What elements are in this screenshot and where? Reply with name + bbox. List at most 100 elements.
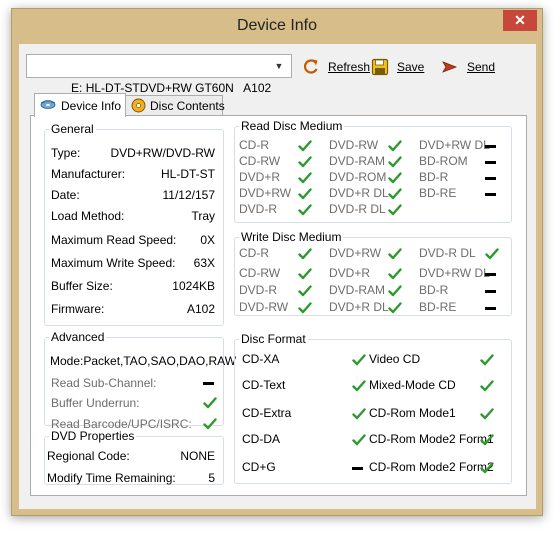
write_disc_medium-item: DVD+RW DL: [419, 266, 501, 282]
dvd-property-row: Regional Code: NONE: [45, 449, 223, 465]
check-icon: [388, 248, 402, 260]
disc_format-item: CD-Text: [242, 378, 368, 394]
write_disc_medium-item-label: DVD-RW: [239, 300, 289, 314]
general-row-value: 1024KB: [172, 279, 215, 293]
write-disc-medium-legend: Write Disc Medium: [241, 230, 342, 244]
disc_format-item: CD+G: [242, 460, 368, 476]
save-button[interactable]: Save: [371, 58, 431, 76]
disc_format-item-label: CD-DA: [242, 432, 280, 446]
check-icon: [298, 188, 312, 200]
device-info-window: Device Info ✕ E: HL-DT-STDVD+RW GT60N A1…: [11, 8, 543, 516]
floppy-disk-icon: [371, 58, 389, 76]
read_disc_medium-item: DVD-ROM: [329, 170, 404, 186]
general-row-value: 11/12/157: [162, 188, 216, 202]
check-icon: [388, 268, 402, 280]
read_disc_medium-item: BD-R: [419, 170, 501, 186]
send-label: Send: [467, 60, 496, 74]
write_disc_medium-item-label: BD-RE: [419, 300, 457, 314]
dash-icon: [485, 145, 496, 148]
disc_format-item: CD-Rom Mode2 Form1: [369, 432, 496, 448]
write_disc_medium-item: DVD+R DL: [329, 300, 404, 316]
tab-disc-contents-label: Disc Contents: [150, 99, 225, 113]
dvd-property-value: 5: [208, 471, 215, 485]
write-disc-medium-group: Write Disc Medium CD-R DVD+RW DVD-R DL CD-R…: [234, 230, 512, 316]
read_disc_medium-item-label: DVD-RAM: [329, 154, 385, 168]
check-icon: [298, 140, 312, 152]
read_disc_medium-item-label: BD-RE: [419, 186, 457, 200]
check-icon: [480, 462, 494, 474]
check-icon: [485, 248, 499, 260]
disc_format-item-label: CD-XA: [242, 352, 280, 366]
check-icon: [352, 408, 366, 420]
check-icon: [298, 172, 312, 184]
tab-device-info-label: Device Info: [61, 99, 122, 113]
disc_format-item-label: CD-Rom Mode2 Form1: [369, 432, 494, 446]
disc_format-item-label: CD+G: [242, 460, 276, 474]
check-icon: [388, 285, 402, 297]
chevron-down-icon[interactable]: ▼: [270, 56, 288, 76]
check-icon: [298, 204, 312, 216]
write_disc_medium-item: DVD-R DL: [419, 246, 501, 262]
check-icon: [388, 188, 402, 200]
write_disc_medium-item: DVD+RW: [329, 246, 404, 262]
advanced-legend: Advanced: [51, 330, 105, 344]
read_disc_medium-item-label: DVD+RW DL: [419, 138, 490, 152]
check-icon: [298, 248, 312, 260]
title-bar[interactable]: Device Info ✕: [12, 9, 542, 44]
device-info-panel: General Type: DVD+RW/DVD-RW Manufacturer: H…: [30, 115, 527, 496]
send-button[interactable]: Send: [441, 58, 503, 76]
disc_format-item-label: CD-Extra: [242, 406, 292, 420]
disc_format-item: CD-Extra: [242, 406, 368, 422]
general-row: Type: DVD+RW/DVD-RW: [45, 146, 223, 162]
disc_format-item: Video CD: [369, 352, 496, 368]
refresh-label: Refresh: [328, 60, 371, 74]
general-row-label: Buffer Size:: [51, 279, 113, 293]
general-row: Manufacturer: HL-DT-ST: [45, 167, 223, 183]
advanced-row: Buffer Underrun:: [45, 396, 223, 412]
advanced-row: Read Sub-Channel:: [45, 376, 223, 392]
check-icon: [388, 140, 402, 152]
general-row-label: Type:: [51, 146, 81, 160]
read_disc_medium-item: DVD+RW DL: [419, 138, 501, 154]
dash-icon: [203, 382, 214, 385]
read_disc_medium-item: DVD-RAM: [329, 154, 404, 170]
check-icon: [388, 302, 402, 314]
general-row-value: A102: [186, 302, 215, 316]
general-row-value: 0X: [200, 233, 215, 247]
dash-icon: [485, 273, 496, 276]
read_disc_medium-item: DVD+R: [239, 170, 314, 186]
read_disc_medium-item-label: DVD-R DL: [329, 202, 386, 216]
general-legend: General: [51, 122, 94, 136]
client-area: E: HL-DT-STDVD+RW GT60N A102 ▼ Refresh S…: [19, 44, 536, 509]
refresh-button[interactable]: Refresh: [302, 58, 372, 76]
disc_format-item: CD-DA: [242, 432, 368, 448]
device-dropdown[interactable]: E: HL-DT-STDVD+RW GT60N A102 ▼: [26, 54, 292, 95]
read_disc_medium-item-label: DVD-R: [239, 202, 277, 216]
check-icon: [298, 285, 312, 297]
advanced-row-label: Buffer Underrun:: [51, 396, 140, 410]
advanced-row-label: Read Sub-Channel:: [51, 376, 157, 390]
advanced-mode-text: Mode:Packet,TAO,SAO,DAO,RAW: [50, 354, 237, 368]
read_disc_medium-item-label: CD-R: [239, 138, 269, 152]
general-row-value: DVD+RW/DVD-RW: [110, 146, 215, 160]
tab-disc-contents[interactable]: Disc Contents: [125, 95, 225, 117]
general-row: Firmware: A102: [45, 302, 223, 318]
read-disc-medium-legend: Read Disc Medium: [241, 119, 343, 133]
close-button[interactable]: ✕: [503, 10, 537, 31]
general-group: General Type: DVD+RW/DVD-RW Manufacturer: H…: [44, 122, 224, 326]
write_disc_medium-item: CD-RW: [239, 266, 314, 282]
read_disc_medium-item: DVD+RW: [239, 186, 314, 202]
general-row-value: 63X: [193, 256, 215, 270]
check-icon: [480, 380, 494, 392]
disc_format-item-label: CD-Rom Mode2 Form2: [369, 460, 494, 474]
disc_format-item: Mixed-Mode CD: [369, 378, 496, 394]
disc-drive-icon: [40, 100, 56, 109]
read_disc_medium-item: DVD-R: [239, 202, 314, 218]
write_disc_medium-item: DVD-RAM: [329, 283, 404, 299]
disc-icon: [131, 98, 146, 113]
check-icon: [352, 380, 366, 392]
check-icon: [388, 204, 402, 216]
general-row: Maximum Write Speed: 63X: [45, 256, 223, 272]
write_disc_medium-item-label: DVD+R DL: [329, 300, 389, 314]
tab-device-info[interactable]: Device Info: [34, 93, 126, 117]
